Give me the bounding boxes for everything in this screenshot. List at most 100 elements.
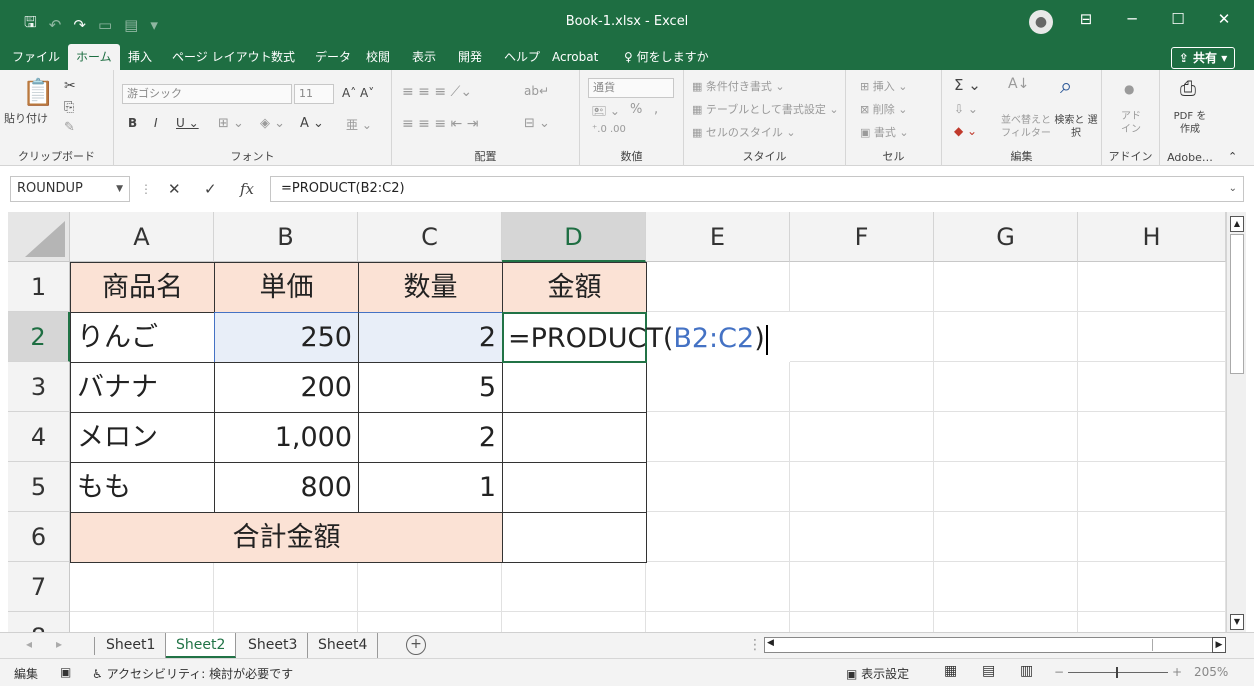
name-box[interactable]: ROUNDUP ▼ bbox=[10, 176, 130, 202]
table-cell[interactable] bbox=[646, 362, 790, 412]
cell-b3[interactable]: 200 bbox=[214, 362, 359, 413]
formula-input[interactable]: =PRODUCT(B2:C2) ⌄ bbox=[270, 176, 1244, 202]
cell-c4[interactable]: 2 bbox=[358, 412, 503, 463]
align-top-icon[interactable]: ≡ ≡ ≡ ⟋⌄ bbox=[402, 84, 472, 100]
align-left-icon[interactable]: ≡ ≡ ≡ ⇤ ⇥ bbox=[402, 116, 478, 132]
table-cell[interactable] bbox=[1078, 312, 1226, 362]
table-cell[interactable] bbox=[934, 462, 1078, 512]
zoom-in-icon[interactable]: + bbox=[1172, 665, 1182, 679]
next-sheet-icon[interactable]: ▸ bbox=[56, 637, 62, 651]
table-cell[interactable] bbox=[70, 562, 214, 612]
sheet-tab-2[interactable]: Sheet2 bbox=[166, 633, 237, 658]
sort-filter-icon[interactable]: A↓ bbox=[1008, 76, 1029, 92]
row-header-2[interactable]: 2 bbox=[8, 312, 70, 362]
accessibility-status[interactable]: ♿ アクセシビリティ: 検討が必要です bbox=[92, 665, 293, 682]
scroll-thumb[interactable] bbox=[1230, 234, 1244, 374]
cut-icon[interactable]: ✂ bbox=[64, 78, 76, 94]
collapse-ribbon-icon[interactable]: ⌃ bbox=[1228, 150, 1237, 163]
cell-b4[interactable]: 1,000 bbox=[214, 412, 359, 463]
table-cell[interactable] bbox=[934, 312, 1078, 362]
table-cell[interactable] bbox=[790, 412, 934, 462]
table-cell[interactable] bbox=[646, 462, 790, 512]
table-cell[interactable] bbox=[1078, 412, 1226, 462]
cell-a3[interactable]: バナナ bbox=[70, 362, 215, 413]
table-cell[interactable] bbox=[358, 562, 502, 612]
decimal-icon[interactable]: ⁺.0 .00 bbox=[592, 124, 626, 135]
table-cell[interactable] bbox=[358, 612, 502, 632]
minimize-icon[interactable]: ─ bbox=[1117, 10, 1147, 28]
format-painter-icon[interactable]: ✎ bbox=[64, 120, 75, 135]
tab-formulas[interactable]: 数式 bbox=[263, 44, 303, 70]
wrap-text-icon[interactable]: ab↵ bbox=[524, 84, 549, 98]
clear-icon[interactable]: ◆ ⌄ bbox=[954, 124, 977, 138]
fill-color-icon[interactable]: ◈ ⌄ bbox=[260, 116, 285, 131]
display-settings-button[interactable]: ▣ 表示設定 bbox=[846, 665, 909, 682]
table-cell[interactable] bbox=[790, 312, 934, 362]
expand-formula-icon[interactable]: ⌄ bbox=[1229, 177, 1237, 201]
border-icon[interactable]: ⊞ ⌄ bbox=[218, 116, 244, 131]
tab-developer[interactable]: 開発 bbox=[450, 44, 490, 70]
cell-d5[interactable] bbox=[502, 462, 647, 513]
merge-center-icon[interactable]: ⊟ ⌄ bbox=[524, 116, 550, 131]
scroll-right-icon[interactable]: ▶ bbox=[1212, 637, 1226, 653]
row-header-7[interactable]: 7 bbox=[8, 562, 70, 612]
column-header-g[interactable]: G bbox=[934, 212, 1078, 262]
macro-record-icon[interactable]: ▣ bbox=[60, 665, 71, 679]
table-cell[interactable] bbox=[790, 462, 934, 512]
table-cell[interactable] bbox=[214, 612, 358, 632]
cell-a2[interactable]: りんご bbox=[70, 312, 215, 363]
normal-view-icon[interactable]: ▦ bbox=[944, 663, 957, 679]
row-header-6[interactable]: 6 bbox=[8, 512, 70, 562]
cell-b1[interactable]: 単価 bbox=[214, 262, 359, 313]
format-cells-button[interactable]: ▣ 書式 ⌄ bbox=[860, 124, 909, 140]
delete-cells-button[interactable]: ⊠ 削除 ⌄ bbox=[860, 101, 907, 117]
table-cell[interactable] bbox=[934, 412, 1078, 462]
table-cell[interactable] bbox=[790, 562, 934, 612]
maximize-icon[interactable]: ☐ bbox=[1163, 10, 1193, 28]
hscroll-thumb[interactable] bbox=[781, 639, 1153, 651]
cell-c2[interactable]: 2 bbox=[358, 312, 503, 363]
insert-cells-button[interactable]: ⊞ 挿入 ⌄ bbox=[860, 78, 907, 94]
row-header-1[interactable]: 1 bbox=[8, 262, 70, 312]
page-break-view-icon[interactable]: ▥ bbox=[1020, 663, 1033, 679]
cell-d2-editing[interactable]: =PRODUCT(B2:C2) bbox=[502, 312, 768, 363]
paste-button[interactable]: 貼り付け bbox=[4, 110, 48, 126]
comma-icon[interactable]: , bbox=[654, 102, 658, 117]
table-cell[interactable] bbox=[70, 612, 214, 632]
prev-sheet-icon[interactable]: ◂ bbox=[26, 637, 32, 651]
scroll-up-icon[interactable]: ▲ bbox=[1230, 216, 1244, 232]
cell-a4[interactable]: メロン bbox=[70, 412, 215, 463]
cell-d1[interactable]: 金額 bbox=[502, 262, 647, 313]
sheet-tab-4[interactable]: Sheet4 bbox=[308, 633, 379, 658]
tab-view[interactable]: 表示 bbox=[404, 44, 444, 70]
column-header-b[interactable]: B bbox=[214, 212, 358, 262]
enter-icon[interactable]: ✓ bbox=[204, 180, 217, 198]
scroll-left-icon[interactable]: ◀ bbox=[767, 638, 774, 648]
table-cell[interactable] bbox=[934, 512, 1078, 562]
tab-review[interactable]: 校閲 bbox=[358, 44, 398, 70]
table-cell[interactable] bbox=[1078, 512, 1226, 562]
percent-icon[interactable]: % bbox=[630, 102, 642, 117]
cell-c1[interactable]: 数量 bbox=[358, 262, 503, 313]
splitter-icon[interactable]: ⋮ bbox=[748, 637, 762, 653]
insert-function-icon[interactable]: fx bbox=[240, 180, 254, 198]
page-layout-view-icon[interactable]: ▤ bbox=[982, 663, 995, 679]
column-header-c[interactable]: C bbox=[358, 212, 502, 262]
row-header-8[interactable]: 8 bbox=[8, 612, 70, 632]
font-size-select[interactable]: 11 bbox=[294, 84, 334, 104]
underline-icon[interactable]: U ⌄ bbox=[176, 116, 199, 130]
addin-icon[interactable]: ● bbox=[1124, 82, 1134, 96]
phonetic-icon[interactable]: 亜 ⌄ bbox=[346, 116, 372, 133]
tell-me-search[interactable]: ♀ 何をしますか bbox=[616, 44, 717, 70]
close-icon[interactable]: ✕ bbox=[1209, 10, 1239, 28]
addins-button[interactable]: アド イン bbox=[1116, 110, 1146, 136]
copy-icon[interactable]: ⎘ bbox=[64, 100, 74, 115]
table-cell[interactable] bbox=[646, 412, 790, 462]
table-cell[interactable] bbox=[1078, 612, 1226, 632]
column-header-h[interactable]: H bbox=[1078, 212, 1226, 262]
cell-d4[interactable] bbox=[502, 412, 647, 463]
font-name-select[interactable]: 游ゴシック bbox=[122, 84, 292, 104]
find-select-button[interactable]: 検索と 選択 bbox=[1054, 114, 1098, 140]
row-header-5[interactable]: 5 bbox=[8, 462, 70, 512]
paste-icon[interactable]: 📋 bbox=[22, 78, 54, 108]
